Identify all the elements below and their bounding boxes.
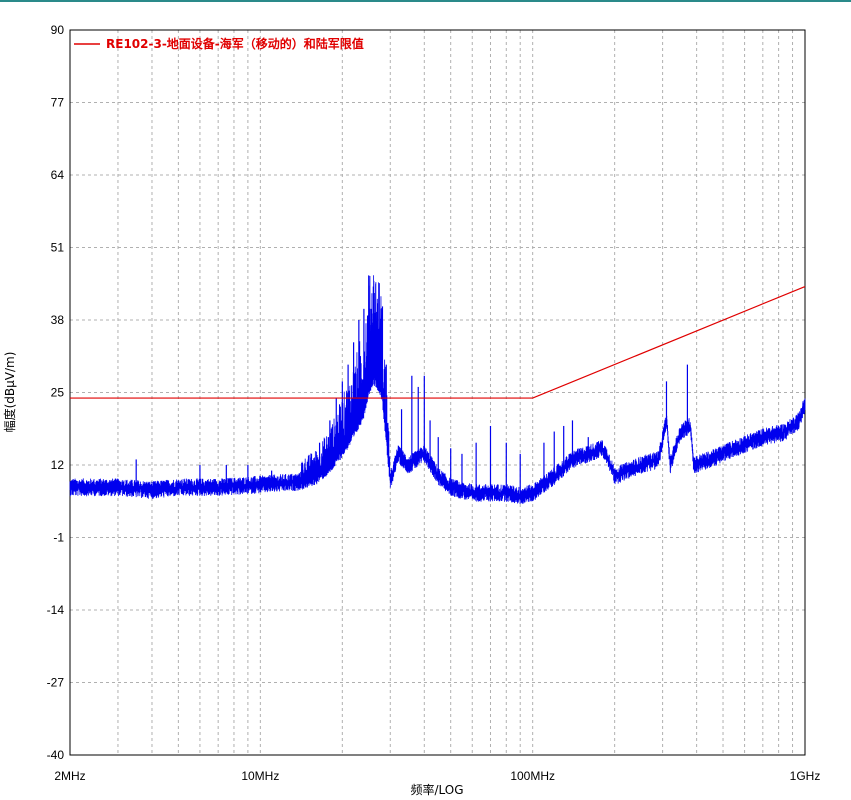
y-axis-label: 幅度(dBμV/m) — [2, 352, 17, 433]
y-tick-label: -1 — [53, 531, 64, 545]
measurement-trace — [69, 275, 806, 504]
y-tick-label: -40 — [47, 748, 65, 762]
y-tick-label: 12 — [51, 458, 65, 472]
legend: RE102-3-地面设备-海军（移动的）和陆军限值 — [74, 36, 364, 51]
x-tick-labels: 2MHz 10MHz 100MHz 1GHz — [54, 769, 820, 783]
y-tick-label: -14 — [47, 603, 65, 617]
legend-limit-label: RE102-3-地面设备-海军（移动的）和陆军限值 — [106, 36, 364, 51]
x-tick-label: 100MHz — [510, 769, 555, 783]
emission-spectrum-chart: 90 77 64 51 38 25 12 -1 -14 -27 -40 2MHz 10MHz 100MH… — [2, 23, 820, 797]
y-tick-label: 90 — [51, 23, 65, 37]
y-tick-labels: 90 77 64 51 38 25 12 -1 -14 -27 -40 — [47, 23, 65, 762]
y-tick-label: 64 — [51, 168, 65, 182]
y-tick-label: 38 — [51, 313, 65, 327]
y-tick-label: 77 — [51, 96, 65, 110]
y-tick-label: 25 — [51, 386, 65, 400]
x-axis-label: 频率/LOG — [410, 782, 463, 797]
x-tick-label: 1GHz — [790, 769, 821, 783]
chart-grid — [70, 30, 805, 755]
y-tick-label: 51 — [51, 241, 65, 255]
x-tick-label: 10MHz — [241, 769, 279, 783]
series-layer — [69, 275, 806, 504]
limit-line — [70, 285, 806, 399]
x-tick-label: 2MHz — [54, 769, 85, 783]
y-tick-label: -27 — [47, 676, 65, 690]
